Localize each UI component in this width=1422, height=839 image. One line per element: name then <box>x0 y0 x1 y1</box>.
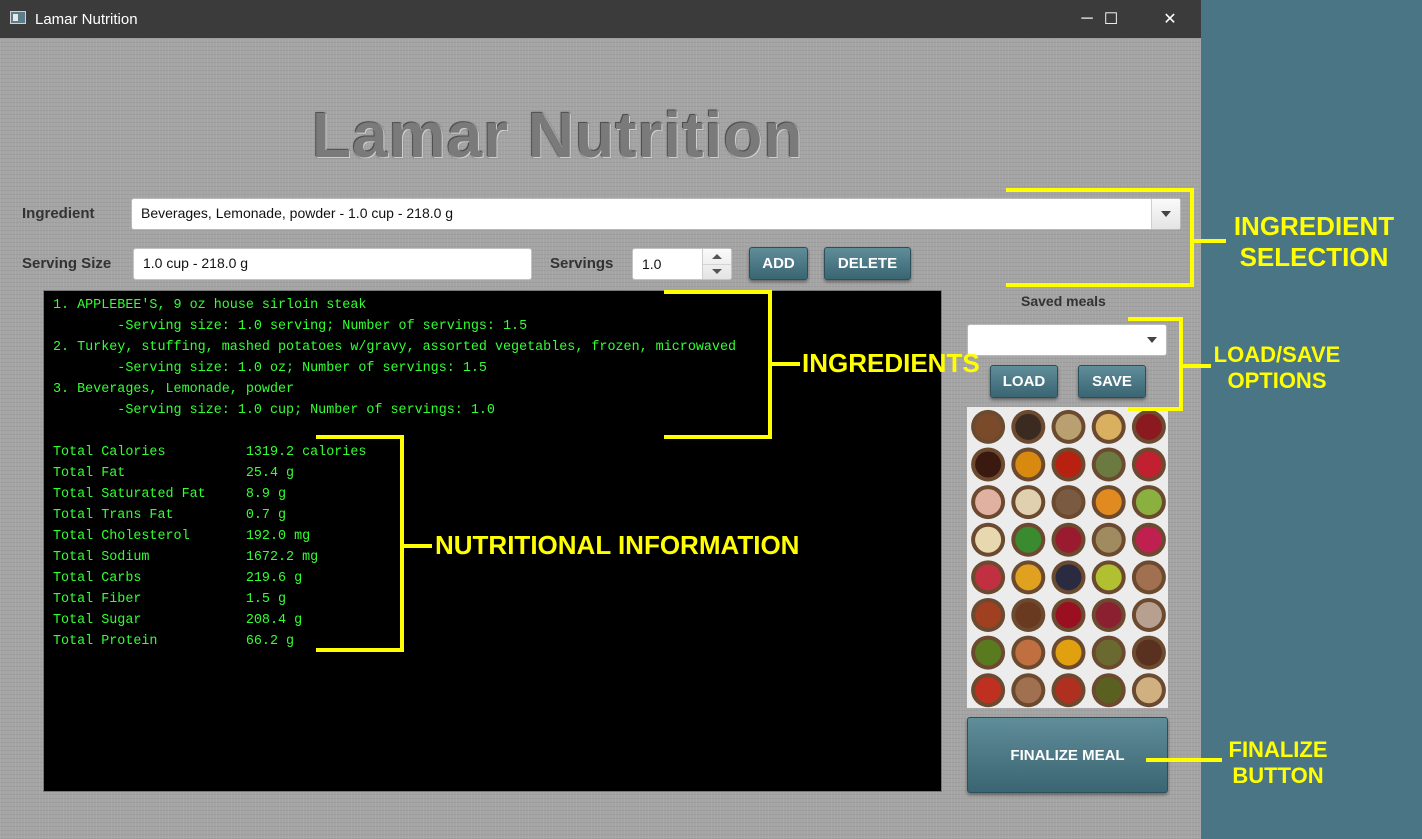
food-bowl-contents <box>1135 677 1162 704</box>
console-text: 1. APPLEBEE'S, 9 oz house sirloin steak … <box>53 298 737 649</box>
food-bowl-contents <box>1135 639 1162 666</box>
food-bowl-contents <box>975 413 1002 440</box>
delete-button[interactable]: DELETE <box>824 247 911 280</box>
load-button[interactable]: LOAD <box>990 365 1058 398</box>
food-bowl-contents <box>975 677 1002 704</box>
app-window: Lamar Nutrition ─ ☐ ✕ Lamar Nutrition In… <box>0 0 1201 839</box>
ingredient-label: Ingredient <box>22 205 95 222</box>
window-title: Lamar Nutrition <box>35 11 138 28</box>
dropdown-arrow-icon[interactable] <box>1138 325 1166 355</box>
app-icon <box>10 11 26 24</box>
food-bowl-contents <box>1095 601 1122 628</box>
annotation-nutritional-information: NUTRITIONAL INFORMATION <box>435 530 800 560</box>
annotation-pointer <box>1146 758 1222 762</box>
food-bowl-contents <box>1015 677 1042 704</box>
serving-size-label: Serving Size <box>22 255 112 272</box>
servings-label: Servings <box>550 255 614 272</box>
food-bowl-contents <box>1135 564 1162 591</box>
annotation-bracket-top <box>1128 317 1183 321</box>
app-heading: Lamar Nutrition <box>312 99 804 171</box>
annotation-bracket-top <box>664 290 772 294</box>
food-bowl-contents <box>1015 451 1042 478</box>
food-bowl-contents <box>975 564 1002 591</box>
food-bowl-contents <box>1135 451 1162 478</box>
food-bowl-contents <box>1095 451 1122 478</box>
add-button[interactable]: ADD <box>749 247 808 280</box>
food-bowl-contents <box>975 639 1002 666</box>
food-bowl-contents <box>1055 489 1082 516</box>
food-bowl-contents <box>1135 413 1162 440</box>
food-bowl-contents <box>1015 526 1042 553</box>
food-bowl-contents <box>1015 564 1042 591</box>
annotation-ingredients: INGREDIENTS <box>802 348 980 378</box>
annotation-ingredient-selection: INGREDIENT SELECTION <box>1233 211 1395 272</box>
food-bowl-contents <box>975 526 1002 553</box>
annotation-bracket-top <box>1006 188 1194 192</box>
ingredient-selected-value: Beverages, Lemonade, powder - 1.0 cup - … <box>141 205 454 221</box>
food-bowl-contents <box>1055 564 1082 591</box>
close-button[interactable]: ✕ <box>1147 0 1193 38</box>
food-bowls-svg <box>971 409 1166 708</box>
finalize-meal-button[interactable]: FINALIZE MEAL <box>967 717 1168 793</box>
food-bowls-image <box>967 407 1168 708</box>
servings-value: 1.0 <box>642 256 662 272</box>
food-bowl-contents <box>1055 601 1082 628</box>
annotation-bracket-top <box>316 435 404 439</box>
food-bowl-contents <box>1055 677 1082 704</box>
food-bowl-contents <box>1055 639 1082 666</box>
annotation-bracket-side <box>1190 188 1194 287</box>
food-bowl-contents <box>1135 526 1162 553</box>
annotation-load-save: LOAD/SAVE OPTIONS <box>1213 342 1341 393</box>
annotation-pointer <box>772 362 800 366</box>
annotation-pointer <box>1194 239 1226 243</box>
food-bowl-contents <box>1095 639 1122 666</box>
food-bowl-contents <box>1015 639 1042 666</box>
food-bowl-contents <box>1095 489 1122 516</box>
food-bowl-contents <box>1095 677 1122 704</box>
dropdown-arrow-icon[interactable] <box>1151 199 1180 229</box>
title-bar: Lamar Nutrition ─ ☐ ✕ <box>0 0 1201 38</box>
food-bowl-contents <box>1055 413 1082 440</box>
annotation-bracket-bottom <box>316 648 404 652</box>
saved-meals-dropdown[interactable] <box>967 324 1167 356</box>
food-bowl-contents <box>975 489 1002 516</box>
serving-size-field[interactable]: 1.0 cup - 218.0 g <box>133 248 532 280</box>
food-bowl-contents <box>1055 451 1082 478</box>
food-bowl-contents <box>1055 526 1082 553</box>
ingredient-dropdown[interactable]: Beverages, Lemonade, powder - 1.0 cup - … <box>131 198 1181 230</box>
food-bowl-contents <box>1095 564 1122 591</box>
servings-spinner[interactable]: 1.0 <box>632 248 732 280</box>
food-bowl-contents <box>1015 413 1042 440</box>
save-button[interactable]: SAVE <box>1078 365 1146 398</box>
food-bowl-contents <box>1135 489 1162 516</box>
food-bowl-contents <box>1095 413 1122 440</box>
annotation-bracket-bottom <box>664 435 772 439</box>
food-bowl-contents <box>975 601 1002 628</box>
saved-meals-label: Saved meals <box>1021 293 1106 309</box>
annotation-bracket-bottom <box>1006 283 1194 287</box>
annotation-pointer <box>404 544 432 548</box>
food-bowl-contents <box>1015 601 1042 628</box>
increment-icon[interactable] <box>703 249 731 265</box>
food-bowl-contents <box>1095 526 1122 553</box>
annotation-finalize-button: FINALIZE BUTTON <box>1228 737 1328 788</box>
annotation-bracket-bottom <box>1128 407 1183 411</box>
decrement-icon[interactable] <box>703 264 731 279</box>
food-bowl-contents <box>1135 601 1162 628</box>
food-bowl-contents <box>1015 489 1042 516</box>
maximize-button[interactable]: ☐ <box>1088 0 1134 38</box>
food-bowl-contents <box>975 451 1002 478</box>
